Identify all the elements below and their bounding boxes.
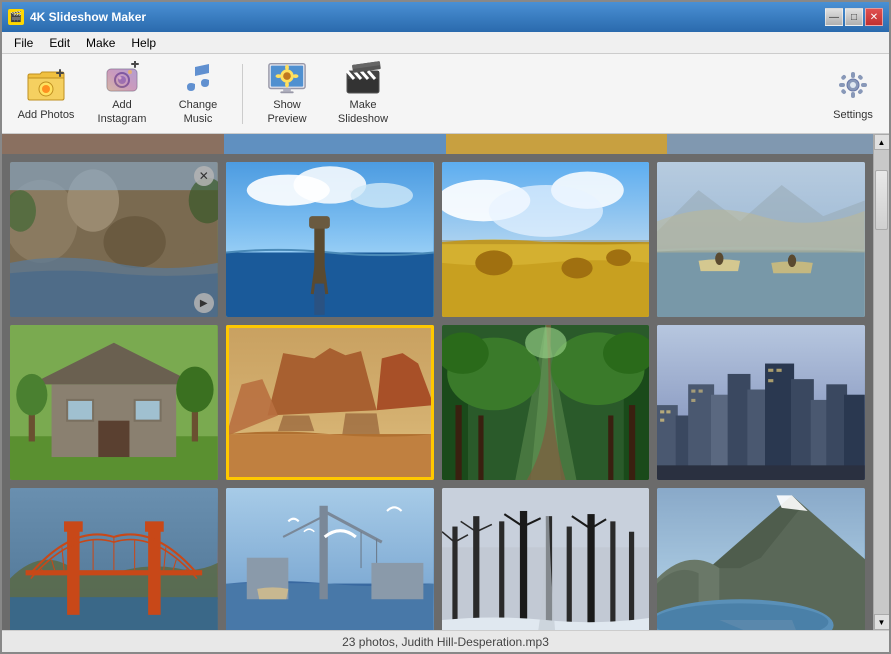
make-slideshow-label: Make Slideshow xyxy=(332,99,394,125)
app-icon: 🎬 xyxy=(8,9,24,25)
settings-label: Settings xyxy=(833,109,873,122)
photo-cell-forest-path[interactable] xyxy=(442,325,650,480)
main-content: ✕ ▶ xyxy=(2,134,889,630)
add-instagram-icon xyxy=(102,61,142,95)
make-slideshow-button[interactable]: Make Slideshow xyxy=(327,60,399,128)
add-photos-icon xyxy=(26,65,66,105)
strip-photo-4 xyxy=(667,134,889,154)
main-window: 🎬 4K Slideshow Maker — □ ✕ File Edit Mak… xyxy=(0,0,891,654)
add-instagram-label: Add Instagram xyxy=(91,99,153,125)
show-preview-label: Show Preview xyxy=(256,99,318,125)
strip-photo-2 xyxy=(224,134,446,154)
maximize-button[interactable]: □ xyxy=(845,8,863,26)
show-preview-icon xyxy=(267,61,307,95)
photo-cell-wheat-field[interactable] xyxy=(442,162,650,317)
menu-file[interactable]: File xyxy=(6,34,41,52)
photo-nav-button[interactable]: ▶ xyxy=(194,293,214,313)
photo-cell-ocean-pier[interactable] xyxy=(226,162,434,317)
menu-bar: File Edit Make Help xyxy=(2,32,889,54)
strip-photo-3 xyxy=(446,134,668,154)
title-bar-left: 🎬 4K Slideshow Maker xyxy=(8,9,146,25)
photo-cell-city-skyline[interactable] xyxy=(657,325,865,480)
scroll-down-arrow[interactable]: ▼ xyxy=(874,614,890,630)
show-preview-button[interactable]: Show Preview xyxy=(251,60,323,128)
make-slideshow-icon xyxy=(343,61,383,95)
status-text: 23 photos, Judith Hill-Desperation.mp3 xyxy=(342,635,549,649)
menu-make[interactable]: Make xyxy=(78,34,123,52)
scrollbar-thumb[interactable] xyxy=(875,170,888,230)
menu-edit[interactable]: Edit xyxy=(41,34,78,52)
photo-cell-mountain-lake[interactable] xyxy=(657,488,865,630)
photo-cell-rocky-stream[interactable]: ✕ ▶ xyxy=(10,162,218,317)
scrollbar: ▲ ▼ xyxy=(873,134,889,630)
photo-grid: ✕ ▶ xyxy=(2,154,889,630)
status-bar: 23 photos, Judith Hill-Desperation.mp3 xyxy=(2,630,889,652)
window-title: 4K Slideshow Maker xyxy=(30,10,146,24)
toolbar: Add Photos xyxy=(2,54,889,134)
minimize-button[interactable]: — xyxy=(825,8,843,26)
toolbar-separator xyxy=(242,64,243,124)
add-instagram-button[interactable]: Add Instagram xyxy=(86,60,158,128)
menu-help[interactable]: Help xyxy=(123,34,164,52)
settings-button[interactable]: Settings xyxy=(825,60,881,128)
photo-cell-golden-gate[interactable] xyxy=(10,488,218,630)
scroll-up-arrow[interactable]: ▲ xyxy=(874,134,890,150)
change-music-icon xyxy=(178,61,218,95)
add-photos-label: Add Photos xyxy=(18,109,75,122)
add-photos-button[interactable]: Add Photos xyxy=(10,60,82,128)
settings-icon xyxy=(833,65,873,105)
title-bar-controls: — □ ✕ xyxy=(825,8,883,26)
photo-remove-button[interactable]: ✕ xyxy=(194,166,214,186)
change-music-button[interactable]: Change Music xyxy=(162,60,234,128)
photo-cell-boats-water[interactable] xyxy=(657,162,865,317)
top-strip xyxy=(2,134,889,154)
photo-cell-desert-butte[interactable] xyxy=(226,325,434,480)
photo-cell-wooden-house[interactable] xyxy=(10,325,218,480)
change-music-label: Change Music xyxy=(167,99,229,125)
photo-cell-winter-trees[interactable] xyxy=(442,488,650,630)
strip-photo-1 xyxy=(2,134,224,154)
close-button[interactable]: ✕ xyxy=(865,8,883,26)
title-bar: 🎬 4K Slideshow Maker — □ ✕ xyxy=(2,2,889,32)
scrollbar-track[interactable] xyxy=(874,150,889,614)
photo-cell-harbor-bird[interactable] xyxy=(226,488,434,630)
